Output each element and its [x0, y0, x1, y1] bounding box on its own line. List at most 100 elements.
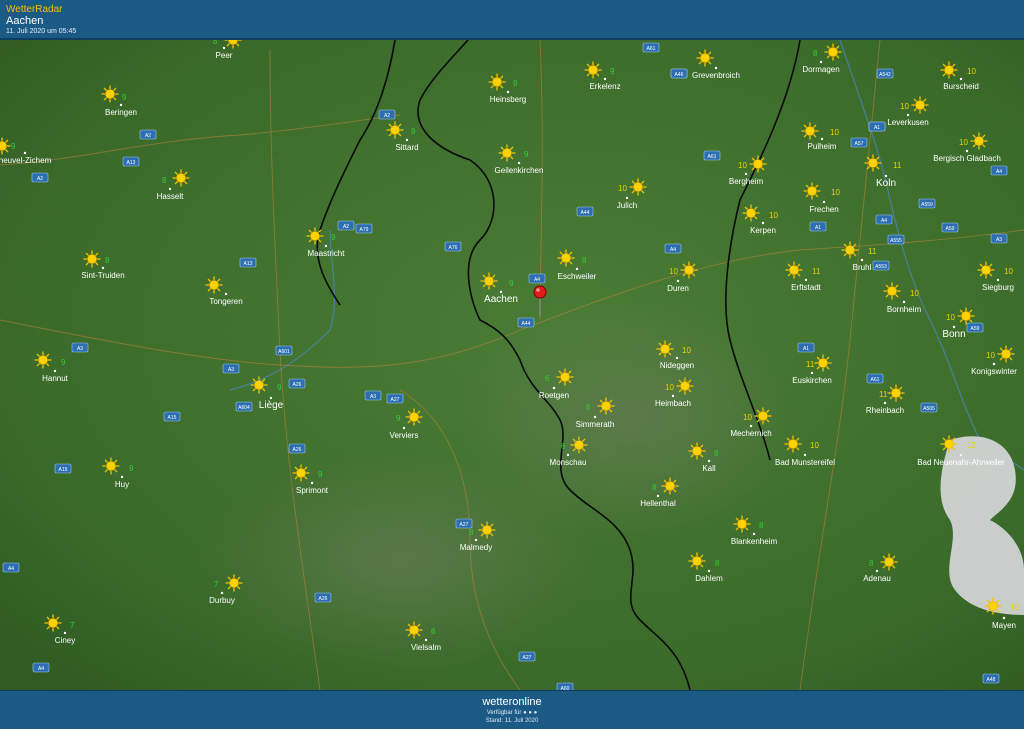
sun-icon [887, 384, 905, 402]
sun-icon [824, 43, 842, 61]
svg-text:A2: A2 [145, 133, 151, 139]
svg-text:A44: A44 [522, 321, 531, 327]
road-shield: A1 [868, 121, 886, 132]
city-dot [120, 475, 124, 479]
city-dot [906, 113, 910, 117]
sun-icon [784, 435, 802, 453]
city-label: Euskirchen [792, 376, 832, 385]
city-dot [402, 426, 406, 430]
svg-text:A1: A1 [815, 225, 821, 231]
city-label: Rheinbach [866, 406, 904, 415]
road-shield: A3 [71, 342, 89, 353]
city-label: Kerpen [750, 226, 776, 235]
svg-text:A559: A559 [921, 202, 933, 208]
city-dot [952, 325, 956, 329]
city-dot [875, 569, 879, 573]
sun-icon [405, 621, 423, 639]
city-label: Mayen [992, 621, 1016, 630]
city-label: heuvel-Zichem [0, 156, 52, 165]
road-shield: A61 [866, 373, 884, 384]
sun-icon [101, 85, 119, 103]
city-label: Roetgen [539, 391, 569, 400]
timestamp: 11. Juli 2020 um 05:45 [6, 28, 77, 35]
sun-icon [977, 261, 995, 279]
city-dot [517, 161, 521, 165]
city-temperature: 9 [122, 93, 127, 102]
svg-text:A604: A604 [238, 405, 250, 411]
city-temperature: 11 [812, 267, 821, 276]
svg-text:A565: A565 [923, 406, 935, 412]
stand-text: Stand: 11. Juli 2020 [485, 718, 539, 724]
sun-icon [225, 574, 243, 592]
city-label: Hannut [42, 374, 69, 383]
city-label: Peer [216, 51, 233, 60]
svg-text:A76: A76 [449, 245, 458, 251]
road-shield: A13 [239, 257, 257, 268]
city-temperature: 6 [545, 374, 550, 383]
city-dot [222, 46, 226, 50]
road-shield: A4 [664, 243, 682, 254]
svg-text:A15: A15 [168, 415, 177, 421]
road-shield: A79 [355, 223, 373, 234]
city-temperature: 10 [665, 383, 674, 392]
sun-icon [984, 597, 1002, 615]
city-temperature: 9 [11, 142, 16, 151]
city-label: Pulheim [808, 142, 837, 151]
city-temperature: 10 [986, 351, 995, 360]
city-label: Hasselt [157, 192, 184, 201]
city-dot [822, 200, 826, 204]
city-dot [499, 290, 503, 294]
city-dot [714, 66, 718, 70]
city-dot [819, 60, 823, 64]
city-label: Bornheim [887, 305, 922, 314]
svg-text:A553: A553 [875, 264, 887, 270]
city-label: Vielsalm [411, 643, 441, 652]
sun-icon [803, 182, 821, 200]
sun-icon [480, 272, 498, 290]
weather-map[interactable]: A61A46A542A46A1A2A2A13A2A57A61A1A44A4A4A… [0, 40, 1024, 690]
svg-text:A4: A4 [670, 247, 676, 253]
svg-text:A57: A57 [855, 141, 864, 147]
city-temperature: 10 [967, 67, 976, 76]
sun-icon [801, 122, 819, 140]
city-temperature: 9 [277, 383, 282, 392]
city-dot [992, 362, 996, 366]
road-shield: A2 [378, 109, 396, 120]
city-temperature: 9 [509, 279, 514, 288]
city-label: Erftstadt [791, 283, 822, 292]
city-label: Nideggen [660, 361, 694, 370]
wetteronline-logo[interactable]: wetteronline [0, 696, 1024, 708]
city-temperature: 10 [910, 289, 919, 298]
city-label: Sprimont [296, 486, 329, 495]
sun-icon [83, 250, 101, 268]
city-temperature: 10 [738, 161, 747, 170]
city-temperature: 6 [561, 442, 566, 451]
sun-icon [754, 407, 772, 425]
city-label: Heimbach [655, 399, 691, 408]
city-dot [810, 371, 814, 375]
city-temperature: 11 [806, 360, 815, 369]
svg-text:A27: A27 [523, 655, 532, 661]
city-dot [1002, 616, 1006, 620]
svg-text:A542: A542 [879, 72, 891, 78]
city-label: Burscheid [943, 82, 979, 91]
city-label: Dormagen [802, 65, 839, 74]
city-dot [575, 267, 579, 271]
city-temperature: 8 [162, 176, 167, 185]
city-dot [474, 538, 478, 542]
app-brand[interactable]: WetterRadar [6, 4, 63, 15]
city-temperature: 9 [411, 127, 416, 136]
sun-icon [250, 376, 268, 394]
svg-text:A601: A601 [278, 349, 290, 355]
city-label: Konigswinter [971, 367, 1017, 376]
sun-icon [44, 614, 62, 632]
city-label: Liège [259, 400, 284, 411]
city-dot [63, 631, 67, 635]
city-temperature: 11 [879, 390, 888, 399]
road-shield: A44 [576, 206, 594, 217]
svg-text:A3: A3 [996, 237, 1002, 243]
city-dot [959, 453, 963, 457]
city-temperature: 8 [869, 559, 874, 568]
city-temperature: 9 [582, 256, 587, 265]
city-dot [506, 90, 510, 94]
